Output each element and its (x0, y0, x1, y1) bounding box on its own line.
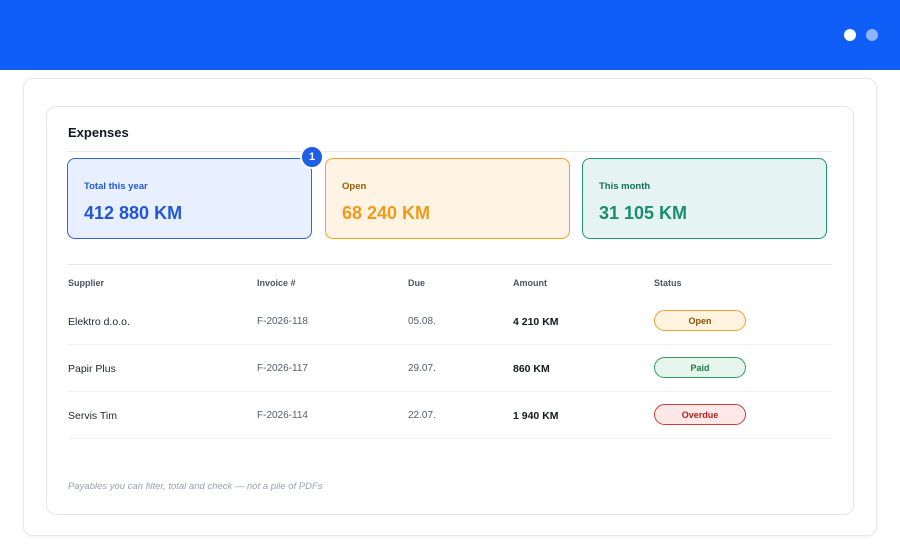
due-cell: 29.07. (408, 363, 436, 374)
top-bar (0, 0, 900, 70)
stat-label: This month (599, 181, 651, 192)
due-cell: 22.07. (408, 410, 436, 421)
supplier-cell: Elektro d.o.o. (68, 316, 130, 328)
invoice-cell: F-2026-118 (257, 316, 308, 327)
stat-value: 31 105 KM (599, 203, 688, 223)
stat-label: Total this year (84, 181, 148, 192)
invoice-cell: F-2026-117 (257, 363, 308, 374)
column-header-supplier[interactable]: Supplier (68, 278, 104, 288)
status-badge: Open (654, 310, 746, 331)
table-row[interactable]: Servis Tim F-2026-114 22.07. 1 940 KM Ov… (68, 392, 832, 439)
stat-value: 68 240 KM (342, 203, 431, 223)
stat-card-total-year[interactable]: Total this year 412 880 KM (67, 158, 312, 239)
footnote: Payables you can filter, total and check… (68, 481, 323, 492)
column-header-due[interactable]: Due (408, 278, 425, 288)
stat-card-open[interactable]: Open 68 240 KM (325, 158, 570, 239)
amount-cell: 860 KM (513, 363, 550, 375)
row-divider (68, 438, 832, 439)
column-header-invoice[interactable]: Invoice # (257, 278, 296, 288)
stat-value: 412 880 KM (84, 203, 183, 223)
divider (68, 151, 832, 152)
step-badge: 1 (300, 145, 324, 169)
table-row[interactable]: Elektro d.o.o. F-2026-118 05.08. 4 210 K… (68, 298, 832, 345)
due-cell: 05.08. (408, 316, 436, 327)
table-divider (68, 264, 832, 265)
stat-card-this-month[interactable]: This month 31 105 KM (582, 158, 827, 239)
window-dot-light[interactable] (866, 29, 878, 41)
page-title: Expenses (68, 125, 129, 140)
status-badge: Overdue (654, 404, 746, 425)
supplier-cell: Papir Plus (68, 363, 116, 375)
window-dot-white[interactable] (844, 29, 856, 41)
column-header-status[interactable]: Status (654, 278, 682, 288)
stat-label: Open (342, 181, 367, 192)
table-row[interactable]: Papir Plus F-2026-117 29.07. 860 KM Paid (68, 345, 832, 392)
status-badge: Paid (654, 357, 746, 378)
supplier-cell: Servis Tim (68, 410, 118, 422)
amount-cell: 1 940 KM (513, 410, 559, 422)
invoice-cell: F-2026-114 (257, 410, 308, 421)
amount-cell: 4 210 KM (513, 316, 559, 328)
column-header-amount[interactable]: Amount (513, 278, 547, 288)
